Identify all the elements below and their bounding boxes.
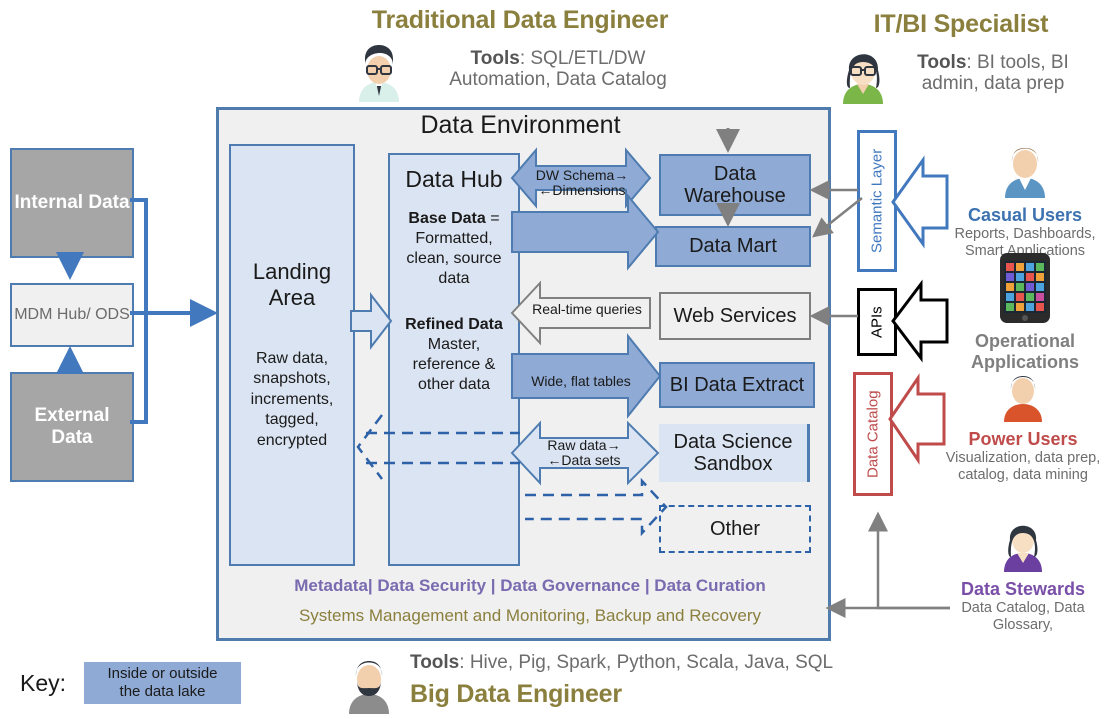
key-legend-box: Inside or outside the data lake <box>84 662 241 704</box>
casual-users-name: Casual Users <box>967 205 1083 225</box>
itbi-specialist-title: IT/BI Specialist <box>873 10 1049 38</box>
power-users-desc-line2: catalog, data mining <box>958 466 1088 483</box>
dashed-flow-connectors <box>356 414 668 537</box>
real-time-queries-label: Real-time queries <box>532 301 642 318</box>
person-blue-shirt-icon <box>997 140 1053 203</box>
key-label: Key: <box>20 670 67 696</box>
person-woman-glasses-icon <box>835 42 891 109</box>
traditional-data-engineer-persona: Traditional Data Engineer Tools: SQL/ETL… <box>330 6 710 104</box>
governance-line-2: Systems Management and Monitoring, Backu… <box>298 606 762 625</box>
bi-data-extract-label: BI Data Extract <box>669 373 805 396</box>
refined-data-body: Master, reference & other data <box>412 336 496 393</box>
landing-area-body: Raw data, snapshots, increments, tagged,… <box>250 349 334 449</box>
data-catalog-box: Data Catalog <box>853 372 893 496</box>
big-data-engineer-persona: Tools: Hive, Pig, Spark, Python, Scala, … <box>330 648 850 716</box>
tools-line1-traditional: : SQL/ETL/DW <box>519 48 646 69</box>
landing-title-line1: Landing <box>252 258 332 284</box>
dw-schema-dimensions-label: DW Schema→ ←Dimensions <box>530 165 634 201</box>
data-hub-base-data: Base Data = Formatted, clean, source dat… <box>390 203 518 289</box>
big-data-engineer-tools: Tools: Hive, Pig, Spark, Python, Scala, … <box>410 652 833 673</box>
key-box-line2: the data lake <box>119 683 206 700</box>
data-stewards-desc-line2: Glossary, <box>992 616 1054 633</box>
bi-data-extract-box: BI Data Extract <box>659 362 815 408</box>
data-mart-label: Data Mart <box>689 235 777 258</box>
power-users-name: Power Users <box>968 429 1078 449</box>
tools-rest-bigdata: : Hive, Pig, Spark, Python, Scala, Java,… <box>459 652 834 673</box>
landing-to-hub-arrow <box>350 292 393 350</box>
semantic-layer-label: Semantic Layer <box>868 148 886 254</box>
web-services-box: Web Services <box>659 292 811 340</box>
person-glasses-icon <box>352 40 406 107</box>
person-beard-icon <box>342 652 396 719</box>
governance-line-1: Metadata| Data Security | Data Governanc… <box>294 576 766 595</box>
apis-consumer-arrow <box>891 279 949 363</box>
power-users-consumer: Power Users Visualization, data prep, ca… <box>935 370 1110 483</box>
refined-data-label: Refined Data <box>405 316 503 333</box>
key-box-line1: Inside or outside <box>107 665 218 682</box>
target-to-layer-connectors <box>809 180 863 326</box>
casual-users-consumer: Casual Users Reports, Dashboards, Smart … <box>940 140 1110 259</box>
apis-label: APIs <box>868 306 886 338</box>
other-label: Other <box>709 517 761 540</box>
smartphone-icon <box>998 252 1052 329</box>
power-users-desc-line1: Visualization, data prep, <box>945 450 1101 466</box>
data-stewards-name: Data Stewards <box>960 579 1086 599</box>
web-services-label: Web Services <box>673 304 797 327</box>
person-orange-shirt-icon <box>995 370 1051 427</box>
base-data-body: Formatted, clean, source data <box>406 230 502 287</box>
data-warehouse-label: Data Warehouse <box>684 162 786 207</box>
data-catalog-label: Data Catalog <box>864 390 882 478</box>
dw-schema-label: DW Schema→ <box>535 166 629 183</box>
data-science-sandbox-label: Data Science Sandbox <box>673 430 793 475</box>
data-warehouse-box: Data Warehouse <box>659 154 811 216</box>
landing-title-line2: Area <box>268 284 316 310</box>
operational-applications-consumer: Operational Applications <box>945 252 1105 373</box>
source-connectors <box>56 198 218 424</box>
base-data-label: Base Data <box>408 210 486 227</box>
tools-label-bigdata: Tools <box>410 652 460 673</box>
data-stewards-consumer: Data Stewards Data Catalog, Data Glossar… <box>935 518 1110 633</box>
other-box: Other <box>659 505 811 553</box>
landing-area-title: Landing Area <box>253 259 331 311</box>
big-data-engineer-title: Big Data Engineer <box>410 680 622 708</box>
person-purple-shirt-icon <box>995 518 1051 577</box>
operational-applications-name-line1: Operational <box>974 331 1076 351</box>
data-hub-refined-data: Refined Data Master, reference & other d… <box>390 289 518 395</box>
traditional-data-engineer-tools: Tools: SQL/ETL/DW Automation, Data Catal… <box>408 48 708 91</box>
tools-line2-itbi: admin, data prep <box>921 73 1065 95</box>
traditional-data-engineer-title: Traditional Data Engineer <box>371 6 669 34</box>
data-stewards-desc-line1: Data Catalog, Data <box>961 600 1085 616</box>
data-science-sandbox-box: Data Science Sandbox <box>659 424 810 482</box>
itbi-specialist-persona: IT/BI Specialist Tools: BI tools, BI adm… <box>830 10 1092 108</box>
data-hub-title: Data Hub <box>405 165 503 192</box>
dimensions-label: ←Dimensions <box>538 182 626 198</box>
tools-line2-traditional: Automation, Data Catalog <box>449 69 667 91</box>
landing-area-box: Landing Area Raw data, snapshots, increm… <box>229 144 355 566</box>
tools-line1-itbi: : BI tools, BI <box>966 52 1069 73</box>
base-data-eq: = <box>485 210 500 227</box>
itbi-specialist-tools: Tools: BI tools, BI admin, data prep <box>894 52 1092 95</box>
casual-users-desc-line1: Reports, Dashboards, <box>954 226 1096 242</box>
tools-label-traditional: Tools <box>470 48 520 69</box>
tools-label-itbi: Tools <box>917 52 967 73</box>
data-stewards-connector <box>825 511 950 618</box>
wide-flat-tables-label: Wide, flat tables <box>531 373 631 390</box>
